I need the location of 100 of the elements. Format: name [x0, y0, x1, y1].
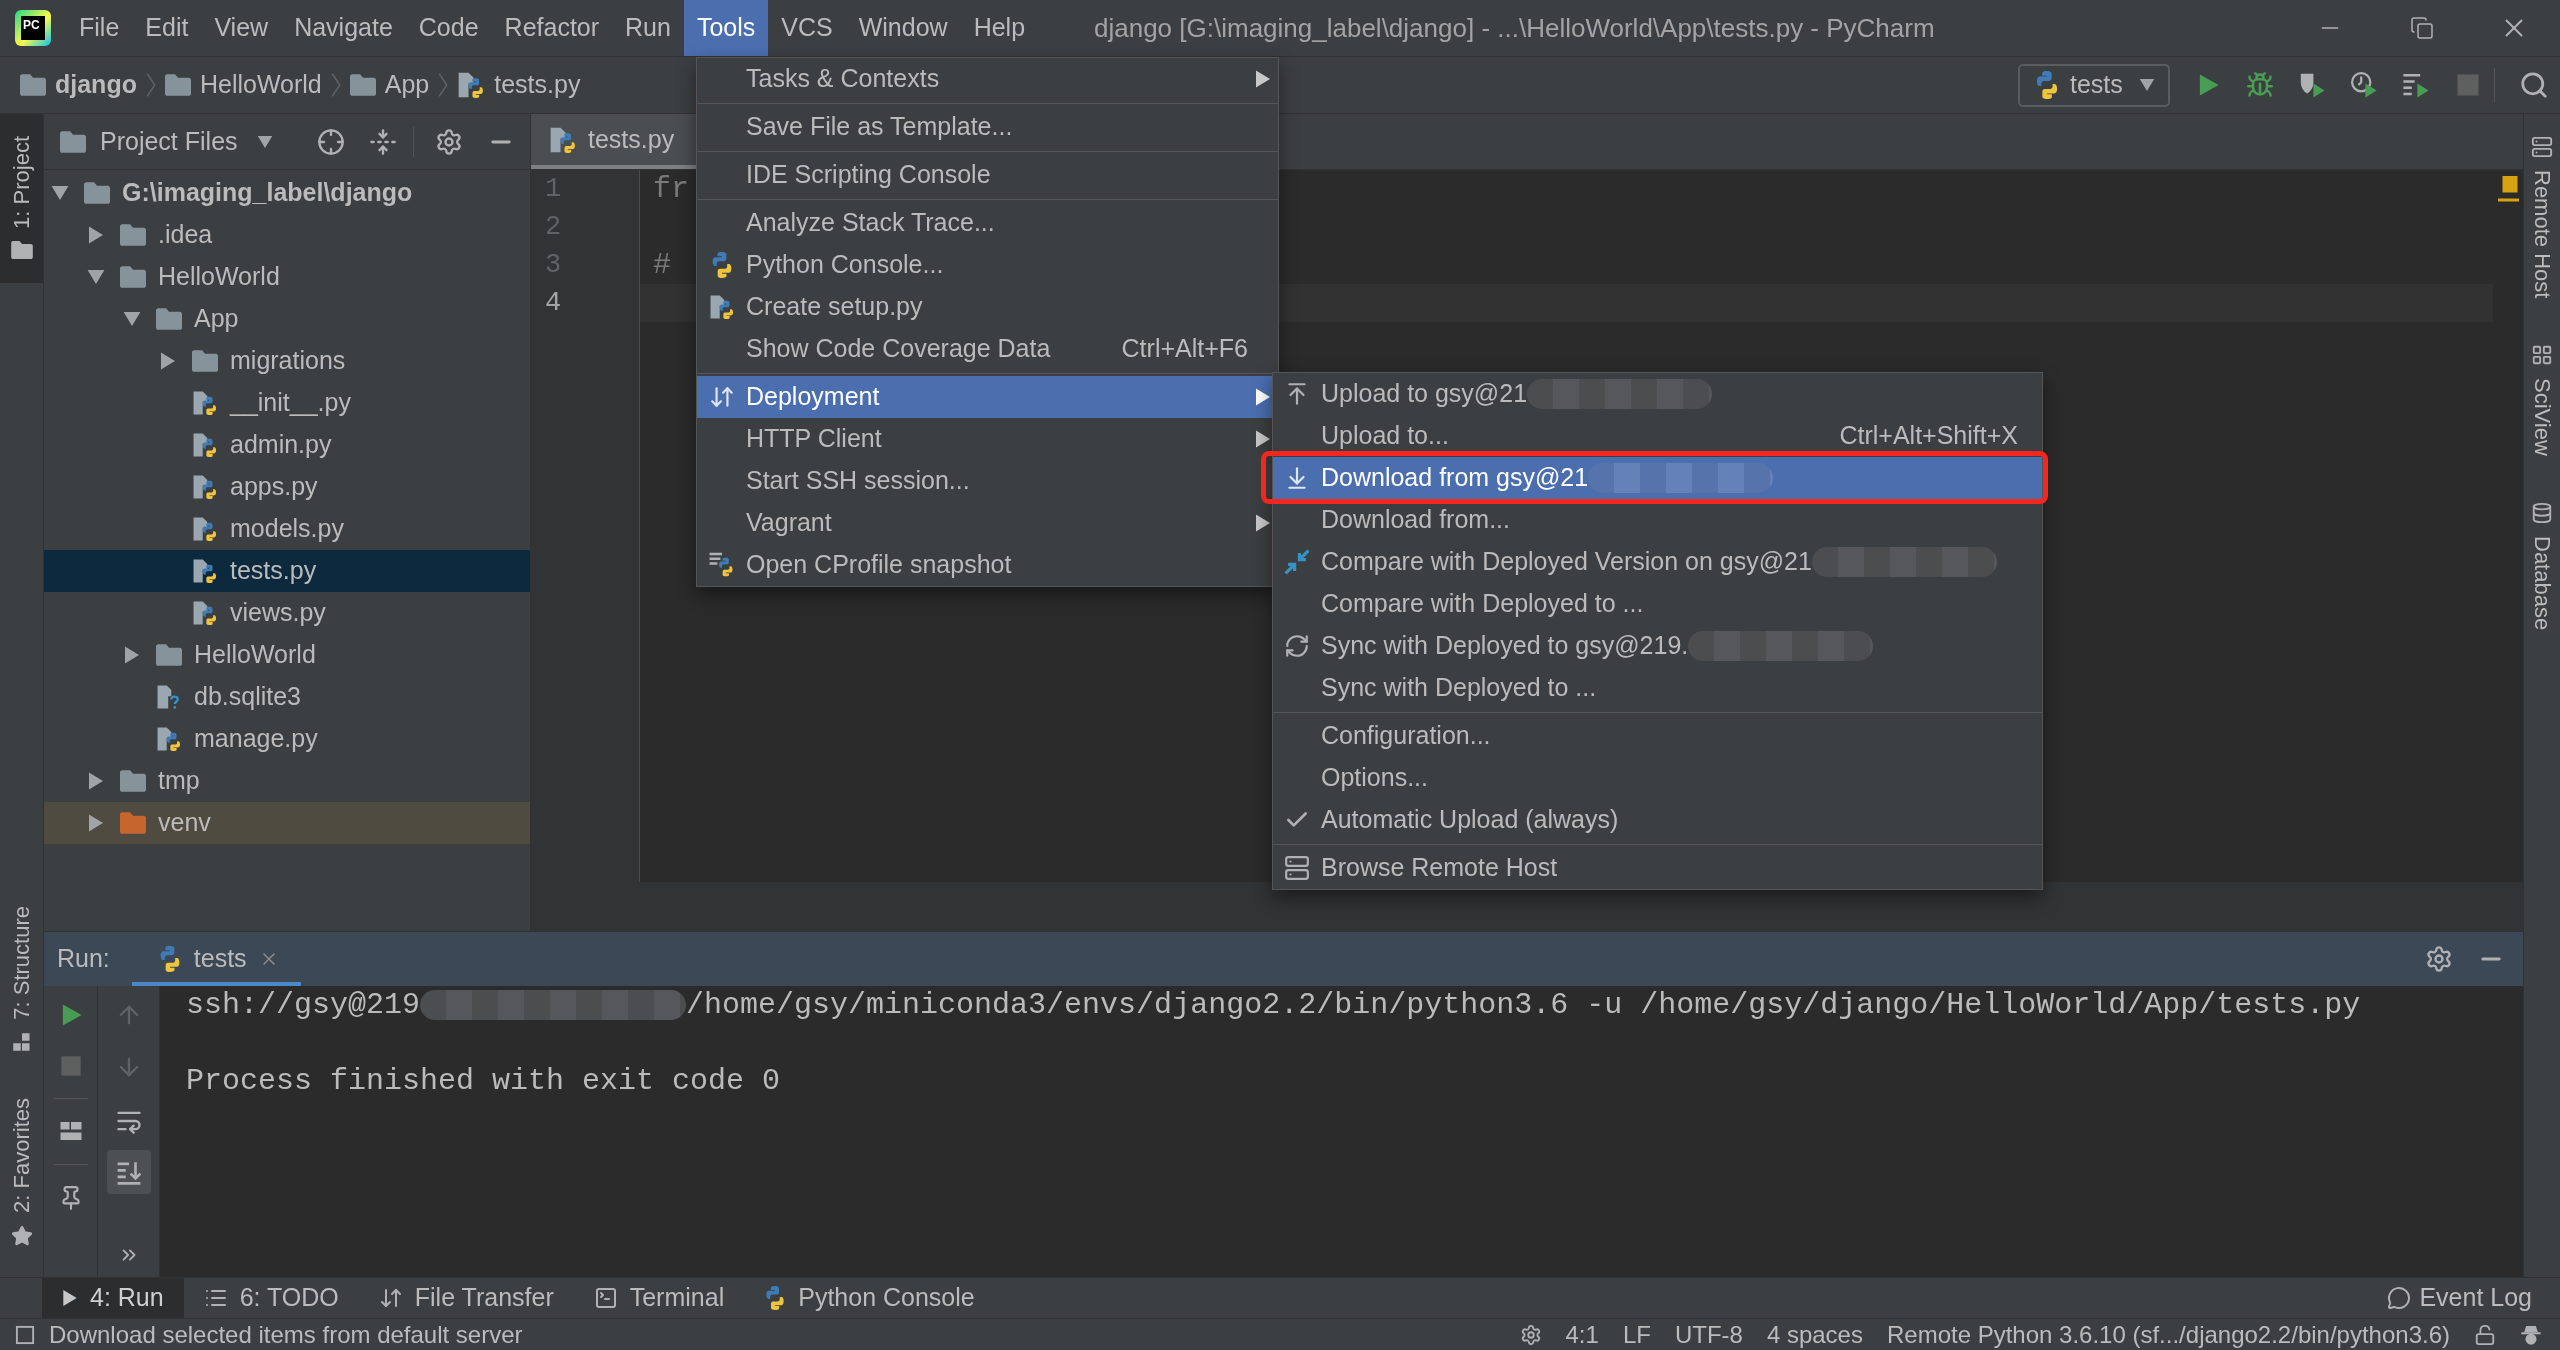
menu-item[interactable]: Sync with Deployed to ...	[1273, 667, 2042, 709]
folder-icon	[84, 182, 110, 204]
menu-item[interactable]: Download from gsy@21	[1273, 457, 2042, 499]
shield-play-icon[interactable]	[2298, 71, 2326, 99]
menu-item[interactable]: Help	[960, 0, 1039, 56]
tree-item[interactable]: tests.py	[44, 550, 530, 592]
folder-icon	[156, 308, 182, 330]
breadcrumb[interactable]: App	[349, 66, 430, 104]
clock-play-icon[interactable]	[2350, 71, 2378, 99]
menu-item[interactable]: Create setup.py	[697, 286, 1278, 328]
menu-item[interactable]: Download from...	[1273, 499, 2042, 541]
person-hat-icon[interactable]	[2520, 1323, 2542, 1346]
restore-icon[interactable]	[2410, 16, 2434, 40]
star-icon	[10, 1225, 33, 1247]
list-play-icon[interactable]	[2402, 71, 2430, 99]
menu-item[interactable]: Automatic Upload (always)	[1273, 799, 2042, 841]
status-item[interactable]: UTF-8	[1674, 1322, 1743, 1347]
menu-item[interactable]: Options...	[1273, 757, 2042, 799]
tree-item[interactable]: __init__.py	[44, 382, 530, 424]
tree-item[interactable]: venv	[44, 802, 530, 844]
crosshair-icon[interactable]	[317, 127, 345, 156]
breadcrumb[interactable]: tests.py	[457, 66, 581, 104]
tool-window-tab[interactable]: File Transfer	[358, 1278, 574, 1318]
folder-icon	[120, 812, 146, 834]
tool-window-tab[interactable]: Terminal	[573, 1278, 745, 1318]
tree-item[interactable]: tmp	[44, 760, 530, 802]
folder-icon	[156, 644, 182, 666]
settings-icon[interactable]	[1519, 1323, 1542, 1346]
menu-item[interactable]: Compare with Deployed Version on gsy@21	[1273, 541, 2042, 583]
tree-item[interactable]: apps.py	[44, 466, 530, 508]
tree-item[interactable]: migrations	[44, 340, 530, 382]
status-item[interactable]: Remote Python 3.6.10 (sf.../django2.2/bin/python3.6)	[1886, 1322, 2450, 1347]
scroll-to-end-icon[interactable]	[115, 1159, 142, 1185]
tree-item[interactable]: admin.py	[44, 424, 530, 466]
menu-item[interactable]: Refactor	[491, 0, 613, 56]
tool-window-button[interactable]: 2: Favorites	[0, 1094, 43, 1251]
menu-item[interactable]: Code	[405, 0, 492, 56]
up-down-arrows-icon	[708, 384, 735, 410]
bug-icon[interactable]	[2246, 71, 2274, 99]
collapse-all-icon[interactable]	[369, 127, 397, 156]
menu-item[interactable]: Sync with Deployed to gsy@219.	[1273, 625, 2042, 667]
python-file-icon	[192, 432, 218, 458]
tool-window-button[interactable]: Database	[2524, 502, 2560, 631]
tree-item[interactable]: models.py	[44, 508, 530, 550]
breadcrumb[interactable]: django	[20, 66, 137, 104]
menu-item[interactable]: View	[201, 0, 282, 56]
tool-window-button[interactable]: 1: Project	[0, 114, 43, 283]
view-selector[interactable]: Project Files	[100, 122, 274, 161]
settings-icon[interactable]	[435, 127, 463, 156]
chevron-right-icon	[145, 71, 156, 99]
tree-item[interactable]: .idea	[44, 214, 530, 256]
python-file-icon	[708, 294, 735, 320]
layout-icon[interactable]	[58, 1119, 83, 1143]
menu-item[interactable]: Tasks & Contexts	[697, 58, 1278, 100]
tree-item[interactable]: App	[44, 298, 530, 340]
tree-item[interactable]: views.py	[44, 592, 530, 634]
console-text: Process finished with exit code 0	[186, 1062, 781, 1100]
tool-window-tab[interactable]: 6: TODO	[183, 1278, 359, 1318]
tree-item[interactable]: db.sqlite3	[44, 676, 530, 718]
menu-item[interactable]: File	[66, 0, 133, 56]
tool-window-tab[interactable]: 4: Run	[42, 1278, 184, 1318]
search-icon[interactable]	[2519, 70, 2549, 100]
run-config-dropdown[interactable]: tests	[2018, 63, 2170, 107]
caret-down-icon	[255, 135, 274, 148]
terminal-icon	[593, 1286, 618, 1310]
tool-window-button[interactable]: 7: Structure	[0, 902, 43, 1057]
menu-item[interactable]: Compare with Deployed to ...	[1273, 583, 2042, 625]
status-item[interactable]: 4 spaces	[1766, 1322, 1863, 1347]
tool-window-tab[interactable]: Python Console	[744, 1278, 995, 1318]
status-item[interactable]: 4:1	[1565, 1322, 1599, 1347]
tree-item[interactable]: G:\imaging_label\django	[44, 172, 530, 214]
menu-item[interactable]: Tools	[683, 0, 769, 56]
structure-icon	[11, 1032, 32, 1053]
unknown-file-icon	[156, 684, 182, 710]
menu-item[interactable]: Configuration...	[1273, 715, 2042, 757]
tree-item[interactable]: HelloWorld	[44, 256, 530, 298]
square-outline-icon[interactable]	[15, 1324, 35, 1345]
tool-window-button[interactable]: Remote Host	[2524, 136, 2560, 299]
menu-item[interactable]: Window	[845, 0, 961, 56]
tool-window-button[interactable]: SciView	[2524, 344, 2560, 457]
status-item[interactable]: LF	[1622, 1322, 1651, 1347]
menu-item[interactable]: Edit	[132, 0, 202, 56]
menu-item[interactable]: Navigate	[281, 0, 406, 56]
database-icon	[2531, 502, 2553, 525]
tree-item[interactable]: HelloWorld	[44, 634, 530, 676]
folder-icon	[20, 74, 46, 96]
menu-item[interactable]: VCS	[768, 0, 846, 56]
menu-item[interactable]: Run	[612, 0, 684, 56]
breadcrumb[interactable]: HelloWorld	[164, 66, 322, 104]
code-text: #	[653, 246, 671, 284]
menu-item[interactable]: Analyze Stack Trace...	[697, 202, 1278, 244]
status-message: Download selected items from default server	[49, 1322, 523, 1347]
menu-item[interactable]: Browse Remote Host	[1273, 847, 2042, 889]
console-text: /home/gsy/miniconda3/envs/django2.2/bin/python3.6 -u /home/gsy/django/HelloWorld/App/tests.py	[686, 986, 2361, 1024]
menu-item[interactable]: Show Code Coverage Data Ctrl+Alt+F6	[697, 328, 1278, 370]
unlock-icon[interactable]	[2474, 1323, 2496, 1346]
menu-item[interactable]: Python Console...	[697, 244, 1278, 286]
event-log-button[interactable]: Event Log	[2387, 1279, 2532, 1317]
tree-item[interactable]: manage.py	[44, 718, 530, 760]
settings-icon[interactable]	[2425, 945, 2453, 973]
